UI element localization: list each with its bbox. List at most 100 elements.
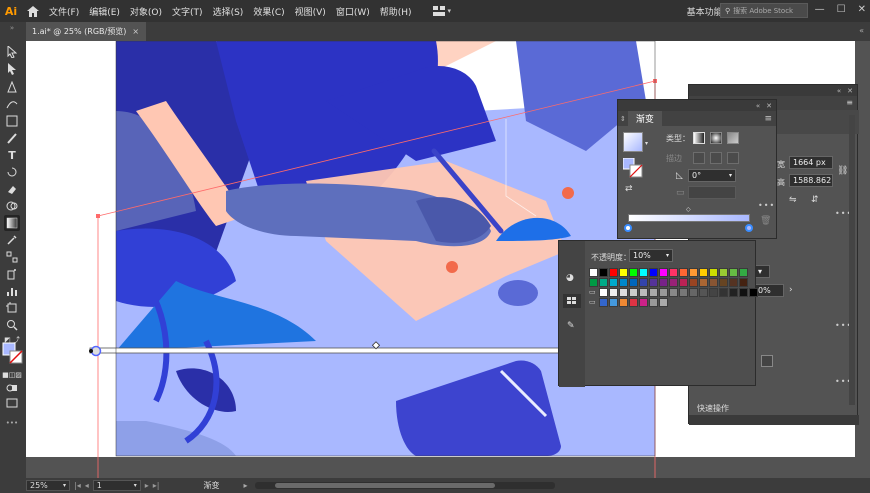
color-swatch[interactable] bbox=[699, 288, 708, 297]
color-swatch[interactable] bbox=[609, 288, 618, 297]
color-swatch[interactable] bbox=[589, 278, 598, 287]
artboard-tool-icon[interactable] bbox=[4, 300, 20, 316]
screen-mode-icon[interactable] bbox=[4, 395, 20, 411]
color-swatch[interactable] bbox=[589, 268, 598, 277]
menu-item[interactable]: 视图(V) bbox=[290, 5, 331, 18]
opacity-percent-field[interactable]: 0% bbox=[754, 284, 784, 297]
linear-gradient-button[interactable] bbox=[693, 132, 705, 144]
color-swatch[interactable] bbox=[649, 288, 658, 297]
document-tab[interactable]: 1.ai* @ 25% (RGB/预览) × bbox=[26, 22, 146, 41]
eyedropper-tool-icon[interactable] bbox=[4, 232, 20, 248]
curvature-tool-icon[interactable] bbox=[4, 96, 20, 112]
color-swatch[interactable] bbox=[709, 278, 718, 287]
color-swatch[interactable] bbox=[739, 288, 748, 297]
home-icon[interactable] bbox=[22, 0, 44, 22]
radial-gradient-button[interactable] bbox=[710, 132, 722, 144]
collapse-panel-icon[interactable]: « bbox=[837, 87, 841, 95]
panel-collapse-icon[interactable]: « bbox=[859, 26, 864, 35]
panel-menu-icon[interactable]: ≡ bbox=[846, 98, 853, 107]
next-artboard-icon[interactable]: ▸ bbox=[145, 481, 149, 490]
rotate-tool-icon[interactable] bbox=[4, 164, 20, 180]
color-swatch[interactable] bbox=[649, 298, 658, 307]
angle-field[interactable]: 0° ▾ bbox=[688, 169, 736, 182]
color-swatch[interactable] bbox=[729, 288, 738, 297]
color-swatch[interactable] bbox=[649, 278, 658, 287]
color-swatch[interactable] bbox=[639, 268, 648, 277]
swatches-mode-icon[interactable] bbox=[563, 294, 581, 308]
height-field[interactable]: 1588.862 bbox=[789, 174, 833, 187]
arrange-documents-icon[interactable]: ▾ bbox=[432, 6, 451, 16]
flip-vertical-icon[interactable]: ⇵ bbox=[811, 195, 819, 205]
more-tools-icon[interactable]: ••• bbox=[4, 415, 20, 431]
color-swatch[interactable] bbox=[739, 278, 748, 287]
menu-item[interactable]: 窗口(W) bbox=[331, 5, 375, 18]
gradient-midpoint-icon[interactable]: ◇ bbox=[686, 206, 691, 213]
artboard-number-field[interactable]: 1 ▾ bbox=[92, 480, 141, 491]
constrain-proportions-icon[interactable]: ⛓ bbox=[837, 166, 848, 176]
menu-item[interactable]: 文字(T) bbox=[167, 5, 208, 18]
color-swatch[interactable] bbox=[659, 268, 668, 277]
stroke-gradient-option-1[interactable] bbox=[693, 152, 705, 164]
stroke-gradient-option-2[interactable] bbox=[710, 152, 722, 164]
blend-tool-icon[interactable] bbox=[4, 249, 20, 265]
delete-stop-icon[interactable]: 🗑 bbox=[760, 216, 771, 226]
tab-gradient[interactable]: 渐变 bbox=[627, 111, 662, 126]
symbol-sprayer-tool-icon[interactable] bbox=[4, 266, 20, 282]
color-swatch[interactable] bbox=[659, 288, 668, 297]
stroke-gradient-option-3[interactable] bbox=[727, 152, 739, 164]
selection-tool-icon[interactable] bbox=[4, 44, 20, 60]
minimize-icon[interactable]: — bbox=[815, 4, 825, 15]
paintbrush-tool-icon[interactable] bbox=[4, 130, 20, 146]
aspect-ratio-field[interactable] bbox=[688, 186, 736, 199]
pen-tool-icon[interactable] bbox=[4, 79, 20, 95]
horizontal-scrollbar[interactable] bbox=[255, 482, 556, 489]
color-swatch[interactable] bbox=[699, 278, 708, 287]
color-swatch[interactable] bbox=[709, 268, 718, 277]
color-swatch[interactable] bbox=[679, 278, 688, 287]
gradient-stop-right[interactable] bbox=[745, 224, 753, 232]
menu-item[interactable]: 效果(C) bbox=[248, 5, 289, 18]
last-artboard-icon[interactable]: ▸| bbox=[153, 481, 160, 490]
color-swatch[interactable] bbox=[679, 268, 688, 277]
color-swatch[interactable] bbox=[619, 298, 628, 307]
menu-item[interactable]: 编辑(E) bbox=[84, 5, 125, 18]
color-swatch[interactable] bbox=[739, 268, 748, 277]
maximize-icon[interactable]: ☐ bbox=[837, 4, 846, 15]
color-swatch[interactable] bbox=[729, 268, 738, 277]
zoom-level-field[interactable]: 25% ▾ bbox=[26, 480, 70, 491]
status-menu-icon[interactable]: ▸ bbox=[243, 481, 247, 490]
color-swatch[interactable] bbox=[619, 268, 628, 277]
direct-selection-tool-icon[interactable] bbox=[4, 61, 20, 77]
shape-builder-tool-icon[interactable] bbox=[4, 198, 20, 214]
color-swatch[interactable] bbox=[689, 278, 698, 287]
color-swatch[interactable] bbox=[699, 268, 708, 277]
menu-item[interactable]: 对象(O) bbox=[125, 5, 167, 18]
color-swatch[interactable] bbox=[609, 268, 618, 277]
gradient-stop-left[interactable] bbox=[624, 224, 632, 232]
fill-stroke-swatches[interactable] bbox=[2, 342, 24, 366]
collapse-panel-icon[interactable]: « bbox=[756, 102, 760, 110]
swap-colors-icon[interactable]: ⇄ bbox=[625, 184, 633, 194]
color-swatch[interactable] bbox=[599, 288, 608, 297]
prev-artboard-icon[interactable]: ◂ bbox=[85, 481, 89, 490]
first-artboard-icon[interactable]: |◂ bbox=[74, 481, 81, 490]
color-swatch[interactable] bbox=[639, 278, 648, 287]
color-swatch[interactable] bbox=[719, 268, 728, 277]
panel-menu-icon[interactable]: ≡ bbox=[764, 114, 772, 124]
toolbar-collapse-icon[interactable]: » bbox=[4, 24, 20, 32]
eyedropper-icon[interactable]: ✎ bbox=[567, 321, 575, 331]
color-swatch[interactable] bbox=[649, 268, 658, 277]
color-swatch[interactable] bbox=[639, 288, 648, 297]
color-swatch[interactable] bbox=[599, 298, 608, 307]
color-swatch[interactable] bbox=[669, 278, 678, 287]
color-swatch[interactable] bbox=[729, 278, 738, 287]
type-tool-icon[interactable]: T bbox=[4, 147, 20, 163]
freeform-gradient-button[interactable] bbox=[727, 132, 739, 144]
flip-horizontal-icon[interactable]: ⇋ bbox=[789, 195, 797, 205]
color-swatch[interactable] bbox=[749, 288, 758, 297]
color-swatch[interactable] bbox=[659, 278, 668, 287]
color-swatch[interactable] bbox=[619, 288, 628, 297]
close-tab-icon[interactable]: × bbox=[132, 27, 139, 36]
color-swatch[interactable] bbox=[639, 298, 648, 307]
color-swatch[interactable] bbox=[669, 288, 678, 297]
